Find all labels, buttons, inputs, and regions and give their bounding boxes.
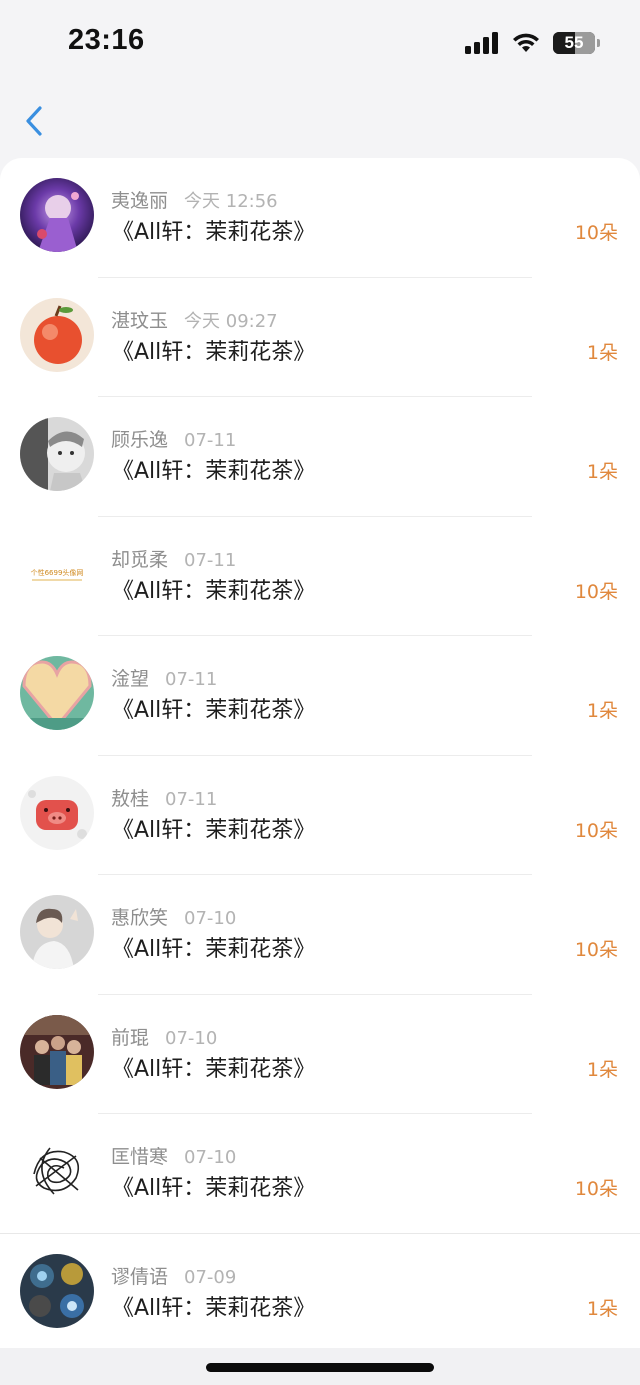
sender-meta: 夷逸丽 今天 12:56 [111, 186, 278, 213]
sender-meta: 敖桂 07-11 [111, 784, 217, 811]
flower-count: 1朵 [586, 341, 618, 364]
sender-meta: 谬倩语 07-09 [111, 1262, 236, 1289]
work-title[interactable]: 《All轩：茉莉花茶》 [112, 1170, 315, 1202]
flower-count: 10朵 [574, 819, 618, 842]
work-title[interactable]: 《All轩：茉莉花茶》 [112, 214, 315, 246]
avatar[interactable] [20, 1014, 94, 1089]
sender-meta: 湛玟玉 今天 09:27 [111, 306, 278, 333]
avatar[interactable] [20, 1253, 94, 1328]
back-button[interactable] [20, 102, 50, 142]
work-title[interactable]: 《All轩：茉莉花茶》 [112, 453, 315, 485]
list-item[interactable]: 谬倩语 07-09 《All轩：茉莉花茶》 1朵 [0, 1234, 640, 1349]
list-item[interactable]: 前琨 07-10 《All轩：茉莉花茶》 1朵 [0, 995, 640, 1114]
sent-time: 07-11 [165, 788, 218, 810]
flower-count: 1朵 [586, 1297, 618, 1320]
sender-name: 前琨 [111, 1026, 150, 1049]
flower-count: 10朵 [574, 1178, 618, 1200]
sender-name: 谬倩语 [111, 1265, 169, 1288]
chevron-left-icon [26, 106, 42, 136]
home-indicator[interactable] [206, 1363, 434, 1372]
flower-count: 10朵 [574, 222, 618, 244]
sent-time: 07-11 [165, 669, 218, 690]
avatar[interactable] [20, 895, 94, 969]
sender-meta: 匡惜寒 07-10 [111, 1142, 236, 1169]
avatar[interactable] [20, 297, 94, 372]
avatar[interactable]: 个性6699头像网 [20, 536, 94, 611]
sent-time: 07-11 [184, 549, 237, 571]
list-item[interactable]: 个性6699头像网 却觅柔 07-11 《All轩：茉莉花茶》 10朵 [0, 517, 640, 636]
sender-meta: 惠欣笑 07-10 [111, 903, 236, 930]
list-item[interactable]: 夷逸丽 今天 12:56 《All轩：茉莉花茶》 10朵 [0, 158, 640, 278]
gift-record-list: 夷逸丽 今天 12:56 《All轩：茉莉花茶》 10朵 湛玟玉 今天 09:27 … [0, 158, 640, 1348]
status-time: 23:16 [68, 24, 145, 56]
work-title[interactable]: 《All轩：茉莉花茶》 [112, 931, 315, 963]
battery-icon: 55 [553, 32, 595, 54]
list-item[interactable]: 敖桂 07-11 《All轩：茉莉花茶》 10朵 [0, 756, 640, 875]
sender-name: 顾乐逸 [111, 429, 169, 451]
sender-meta: 前琨 07-10 [111, 1023, 217, 1050]
sent-time: 今天 12:56 [184, 191, 278, 212]
avatar-watermark-text: 个性6699头像网 [31, 568, 84, 577]
nav-bar [0, 84, 640, 156]
avatar[interactable] [20, 178, 94, 252]
list-item[interactable]: 湛玟玉 今天 09:27 《All轩：茉莉花茶》 1朵 [0, 278, 640, 397]
sender-name: 惠欣笑 [111, 907, 169, 929]
battery-level: 55 [564, 33, 584, 52]
home-indicator-area [0, 1348, 640, 1385]
sent-time: 07-11 [184, 430, 237, 451]
avatar[interactable] [20, 656, 94, 730]
list-item[interactable]: 淦望 07-11 《All轩：茉莉花茶》 1朵 [0, 636, 640, 756]
status-bar: 23:16 55 [0, 0, 640, 84]
avatar[interactable] [20, 417, 94, 491]
flower-count: 1朵 [586, 700, 618, 722]
list-item[interactable]: 惠欣笑 07-10 《All轩：茉莉花茶》 10朵 [0, 875, 640, 995]
work-title[interactable]: 《All轩：茉莉花茶》 [112, 812, 315, 844]
work-title[interactable]: 《All轩：茉莉花茶》 [112, 334, 315, 366]
flower-count: 1朵 [586, 1058, 618, 1081]
sent-time: 07-10 [184, 1147, 237, 1168]
battery-tip [597, 39, 600, 47]
flower-count: 10朵 [574, 939, 618, 961]
sent-time: 07-10 [184, 908, 237, 929]
sender-meta: 顾乐逸 07-11 [111, 425, 236, 452]
sender-name: 湛玟玉 [111, 309, 169, 332]
sender-name: 淦望 [111, 668, 150, 690]
sender-meta: 淦望 07-11 [111, 664, 217, 691]
wifi-icon [513, 33, 539, 52]
sender-name: 匡惜寒 [111, 1146, 169, 1168]
sent-time: 今天 09:27 [184, 310, 278, 332]
sent-time: 07-09 [184, 1266, 237, 1288]
flower-count: 10朵 [574, 580, 618, 603]
work-title[interactable]: 《All轩：茉莉花茶》 [112, 1051, 315, 1083]
status-icons: 55 [465, 30, 600, 56]
work-title[interactable]: 《All轩：茉莉花茶》 [112, 1290, 315, 1322]
sender-name: 却觅柔 [111, 548, 169, 571]
flower-count: 1朵 [586, 461, 618, 483]
sent-time: 07-10 [165, 1027, 218, 1049]
avatar[interactable] [20, 775, 94, 850]
sender-name: 敖桂 [111, 787, 150, 810]
list-item[interactable]: 匡惜寒 07-10 《All轩：茉莉花茶》 10朵 [0, 1114, 640, 1234]
list-item[interactable]: 顾乐逸 07-11 《All轩：茉莉花茶》 1朵 [0, 397, 640, 517]
cellular-signal-icon [465, 32, 498, 54]
sender-meta: 却觅柔 07-11 [111, 545, 236, 572]
work-title[interactable]: 《All轩：茉莉花茶》 [112, 692, 315, 724]
sender-name: 夷逸丽 [111, 190, 169, 212]
work-title[interactable]: 《All轩：茉莉花茶》 [112, 573, 315, 605]
avatar[interactable] [20, 1134, 94, 1208]
